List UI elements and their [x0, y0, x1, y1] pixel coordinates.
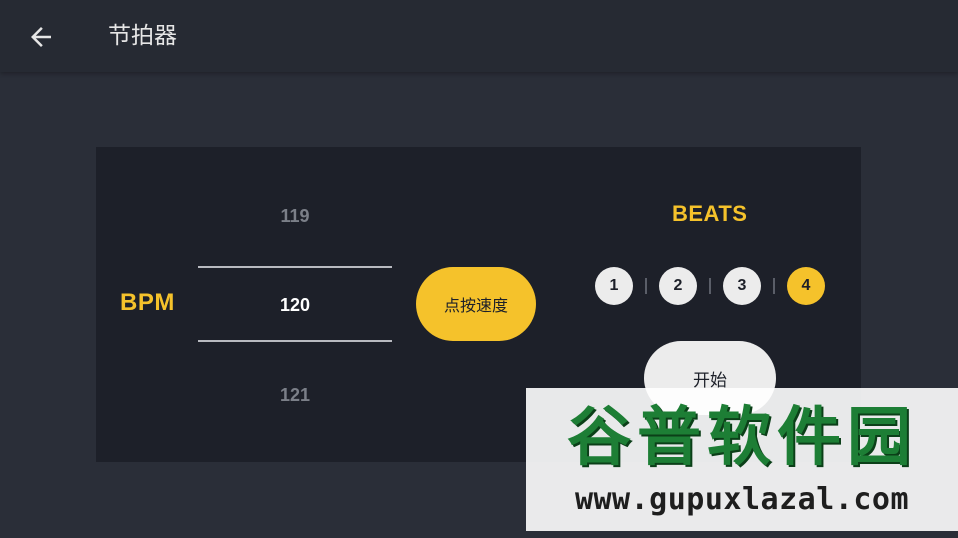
- watermark-url: www.gupuxlazal.com: [574, 482, 910, 517]
- bpm-next-value[interactable]: 121: [198, 385, 392, 406]
- beat-1-button[interactable]: 1: [595, 267, 633, 305]
- beat-separator: [709, 278, 711, 294]
- beat-3-button[interactable]: 3: [723, 267, 761, 305]
- beat-2-button[interactable]: 2: [659, 267, 697, 305]
- picker-top-divider: [198, 266, 392, 268]
- watermark-title: 谷普软件园: [567, 401, 917, 475]
- metronome-screen: 节拍器 BPM 119 120 121 点按速度 BEATS 1 2 3 4 开…: [0, 0, 958, 538]
- beat-separator: [773, 278, 775, 294]
- picker-bottom-divider: [198, 340, 392, 342]
- bpm-label: BPM: [120, 289, 175, 316]
- beats-label: BEATS: [672, 201, 748, 226]
- beat-separator: [645, 278, 647, 294]
- tap-tempo-button[interactable]: 点按速度: [416, 267, 536, 341]
- beat-4-button[interactable]: 4: [787, 267, 825, 305]
- page-title: 节拍器: [108, 23, 177, 49]
- back-button[interactable]: [22, 18, 60, 56]
- watermark: 谷普软件园 www.gupuxlazal.com: [526, 388, 958, 531]
- app-bar: 节拍器: [0, 0, 958, 72]
- bpm-prev-value[interactable]: 119: [198, 206, 392, 227]
- arrow-left-icon: [31, 27, 51, 47]
- bpm-current-value[interactable]: 120: [198, 295, 392, 316]
